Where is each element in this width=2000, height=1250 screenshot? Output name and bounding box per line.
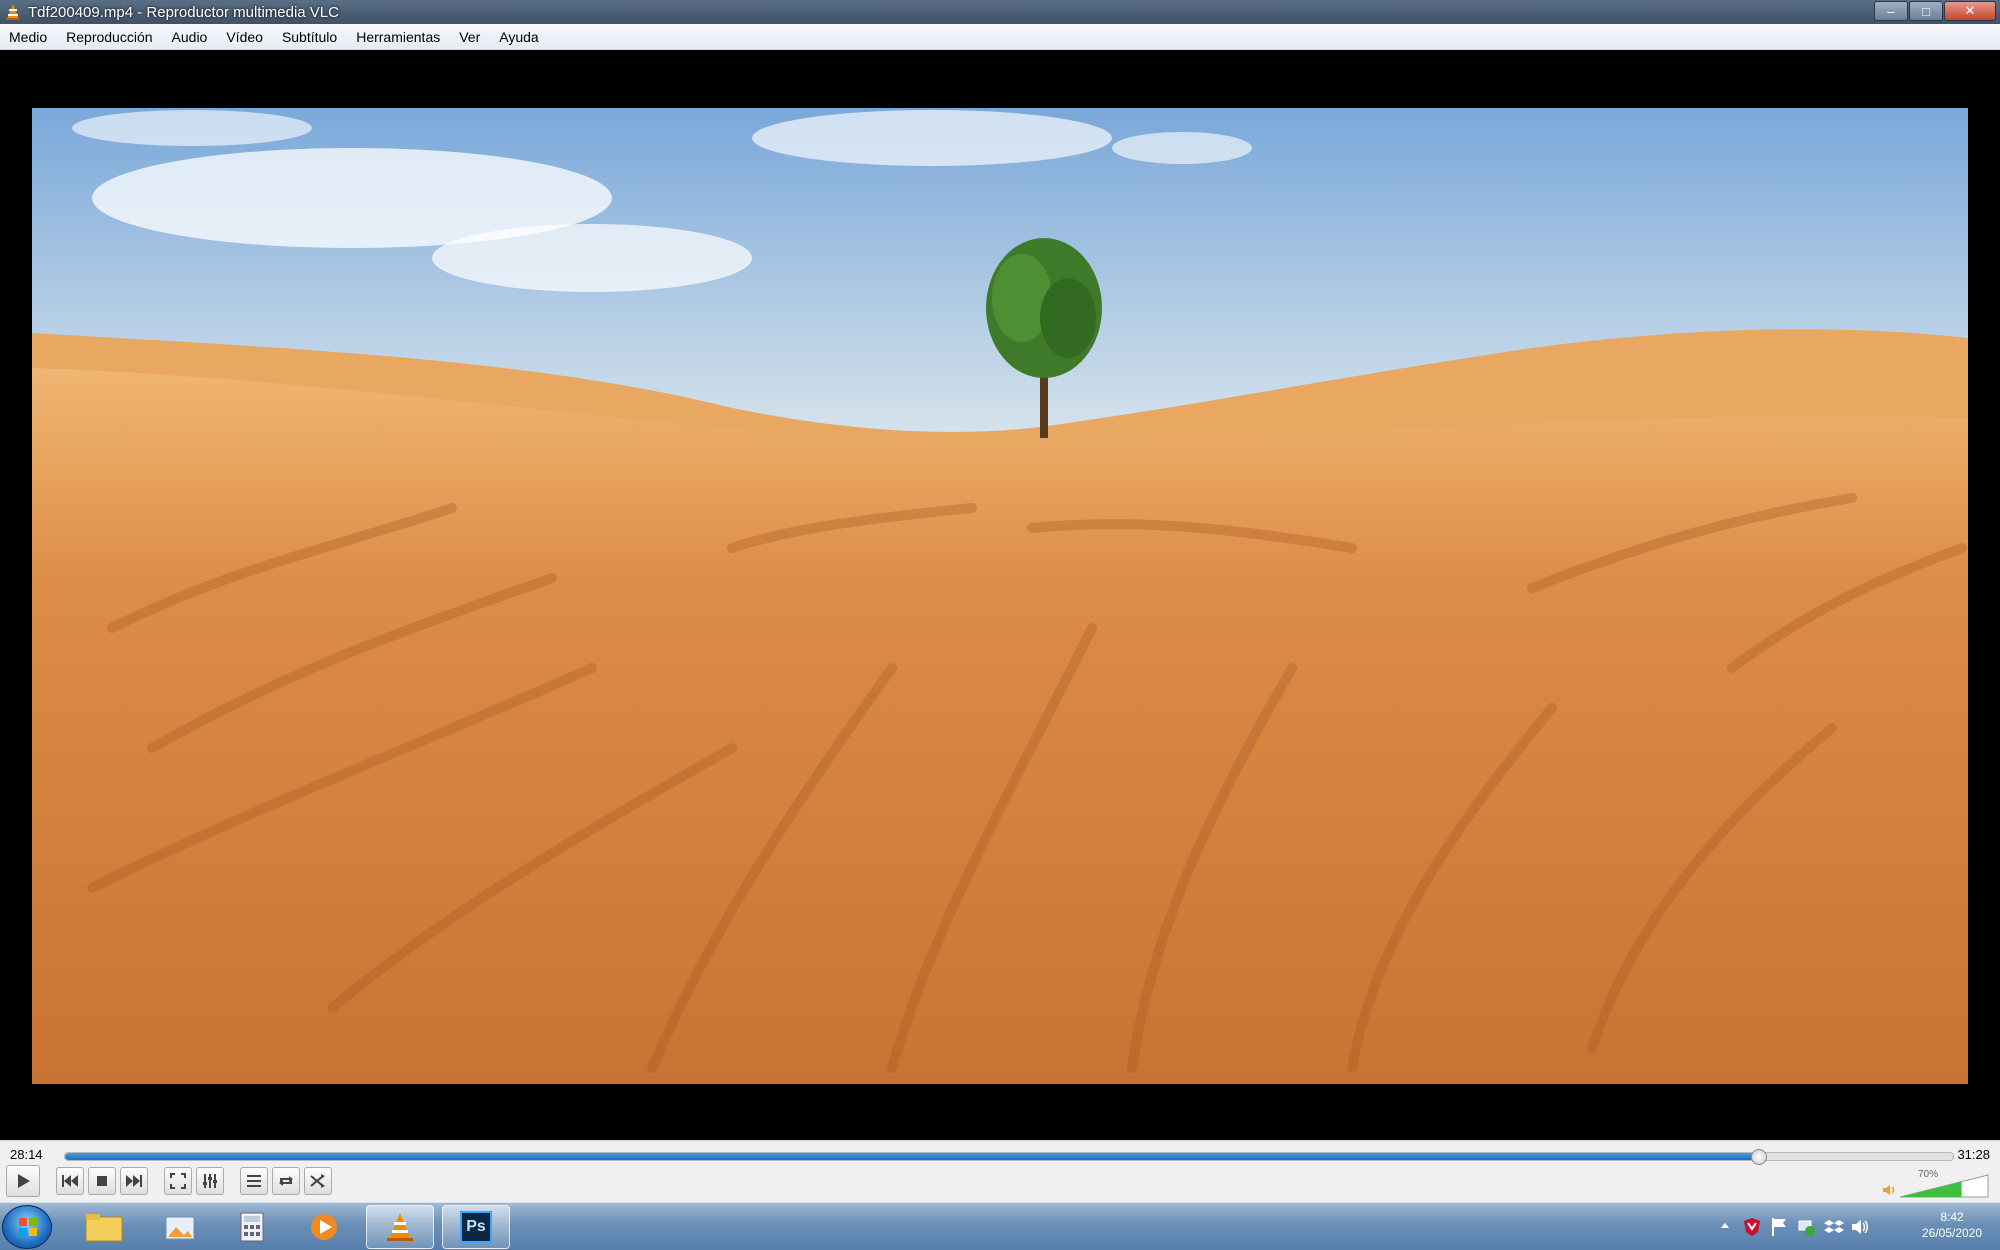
seek-bar[interactable] [64, 1149, 1954, 1165]
shuffle-button[interactable] [304, 1167, 332, 1195]
playback-controls: 28:14 31:28 70% [0, 1140, 2000, 1202]
next-icon [126, 1175, 142, 1187]
calculator-icon [240, 1212, 264, 1242]
close-button[interactable]: ✕ [1944, 1, 1996, 21]
loop-button[interactable] [272, 1167, 300, 1195]
menu-reproduccion[interactable]: Reproducción [57, 29, 162, 45]
window-title: Tdf200409.mp4 - Reproductor multimedia V… [28, 3, 339, 21]
extended-settings-button[interactable] [196, 1167, 224, 1195]
desert-scene-image [32, 108, 1968, 1084]
play-icon [18, 1174, 30, 1188]
title-bar[interactable]: Tdf200409.mp4 - Reproductor multimedia V… [0, 0, 2000, 24]
menu-herramientas[interactable]: Herramientas [347, 29, 450, 45]
fullscreen-button[interactable] [164, 1167, 192, 1195]
menu-video[interactable]: Vídeo [217, 29, 273, 45]
menu-ver[interactable]: Ver [450, 29, 490, 45]
playlist-icon [247, 1175, 261, 1187]
fullscreen-icon [170, 1173, 186, 1189]
volume-tray-icon[interactable] [1850, 1217, 1870, 1237]
vlc-cone-icon [6, 4, 20, 20]
equalizer-icon [203, 1174, 217, 1188]
taskbar-media-player[interactable] [290, 1205, 358, 1249]
photoshop-icon: Ps [460, 1211, 492, 1243]
show-hidden-icons-icon[interactable] [1720, 1221, 1730, 1231]
taskbar-vlc[interactable] [366, 1205, 434, 1249]
folder-icon [85, 1214, 123, 1242]
video-area[interactable] [0, 50, 2000, 1140]
stop-icon [97, 1176, 107, 1186]
playlist-button[interactable] [240, 1167, 268, 1195]
menu-subtitulo[interactable]: Subtítulo [273, 29, 347, 45]
mcafee-shield-icon[interactable] [1742, 1217, 1762, 1237]
shuffle-icon [310, 1174, 325, 1188]
menu-bar: Medio Reproducción Audio Vídeo Subtítulo… [0, 24, 2000, 50]
dropbox-icon[interactable] [1824, 1217, 1844, 1237]
action-center-flag-icon[interactable] [1770, 1217, 1788, 1237]
next-button[interactable] [120, 1167, 148, 1195]
maximize-button[interactable]: □ [1909, 1, 1943, 21]
elapsed-time[interactable]: 28:14 [10, 1147, 43, 1162]
menu-audio[interactable]: Audio [163, 29, 218, 45]
clock-date: 26/05/2020 [1921, 1226, 1983, 1240]
previous-button[interactable] [56, 1167, 84, 1195]
speaker-icon[interactable] [1882, 1183, 1896, 1197]
seek-bar-fill [65, 1153, 1759, 1160]
volume-triangle [1899, 1174, 1989, 1198]
network-icon[interactable] [1796, 1217, 1816, 1237]
taskbar-photo-viewer[interactable] [146, 1205, 214, 1249]
windows-taskbar: Ps 8:42 26/05/2020 [0, 1202, 2000, 1250]
media-player-icon [311, 1214, 337, 1240]
stop-button[interactable] [88, 1167, 116, 1195]
minimize-button[interactable]: – [1874, 1, 1908, 21]
video-frame-desert-tree [32, 108, 1968, 1084]
volume-percentage: 70% [1917, 1169, 1938, 1180]
taskbar-calculator[interactable] [218, 1205, 286, 1249]
clock-time: 8:42 [1940, 1210, 1964, 1224]
previous-icon [62, 1175, 78, 1187]
play-button[interactable] [6, 1165, 40, 1197]
photo-gallery-icon [165, 1216, 195, 1240]
start-button[interactable] [2, 1205, 52, 1249]
system-clock[interactable]: 8:42 26/05/2020 [1912, 1209, 1992, 1241]
volume-slider[interactable]: 70% [1896, 1169, 1992, 1199]
windows-logo-icon [19, 1218, 37, 1236]
loop-icon [279, 1176, 293, 1186]
taskbar-explorer[interactable] [70, 1205, 138, 1249]
vlc-cone-icon [387, 1213, 413, 1241]
menu-medio[interactable]: Medio [0, 29, 57, 45]
taskbar-photoshop[interactable]: Ps [442, 1205, 510, 1249]
total-time[interactable]: 31:28 [1957, 1147, 1990, 1162]
seek-handle[interactable] [1750, 1149, 1767, 1165]
menu-ayuda[interactable]: Ayuda [490, 29, 548, 45]
